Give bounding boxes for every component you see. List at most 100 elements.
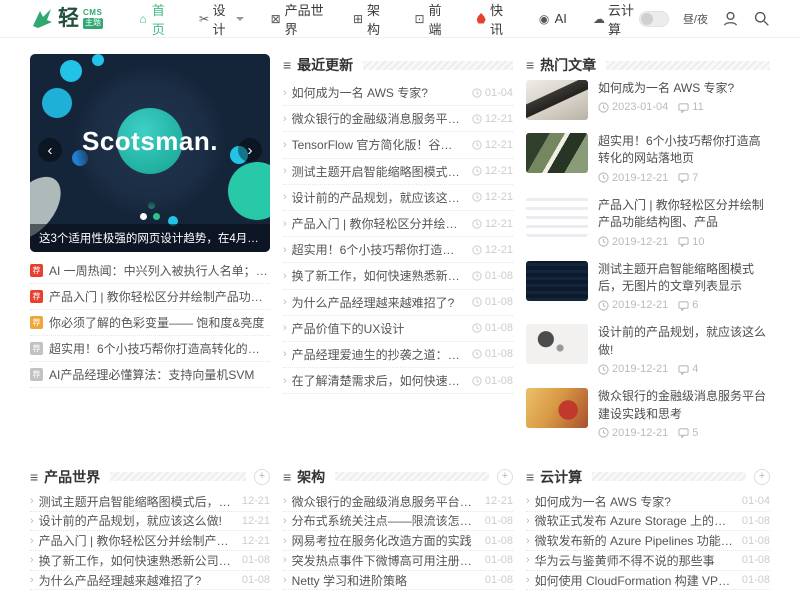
logo-text: 轻 [58, 8, 79, 29]
item-title: 如何使用 CloudFormation 构建 VPC (第... [535, 572, 734, 589]
hot-article-card[interactable]: 测试主题开启智能缩略图模式后，无图片的文章列表显示 2019-12-21 [526, 261, 770, 312]
recent-item[interactable]: › 测试主题开启智能缩略图模式后，无图片的... 12-21 [283, 159, 513, 185]
nav-item-label: 首页 [152, 0, 173, 38]
item-title: 产品经理爱迪生的抄袭之道：商业如何分化... [292, 346, 464, 363]
list-item[interactable]: › 产品入门 | 教你轻松区分并绘制产品功能结... 12-21 [30, 531, 270, 551]
clock-icon [472, 271, 482, 281]
featured-item[interactable]: 超实用！6个小技巧帮你打造高转化的网站落地页 [30, 336, 270, 362]
carousel-next-button[interactable]: › [238, 138, 262, 162]
recent-item[interactable]: › 产品入门 | 教你轻松区分并绘制产品功能结... 12-21 [283, 211, 513, 237]
nav-item[interactable]: 云计算 [593, 0, 639, 38]
list-item[interactable]: › 微软正式发布 Azure Storage 上的静态网站 01-08 [526, 512, 770, 532]
carousel[interactable]: Scotsman. ‹ › 这3个适用性极强的网页设计趋势，在4月非常... [30, 54, 270, 252]
featured-item[interactable]: 产品入门 | 教你轻松区分并绘制产品功能结构图、产... [30, 284, 270, 310]
comment-icon [678, 364, 689, 375]
home-icon [137, 12, 149, 26]
item-title: 如何成为一名 AWS 专家? [292, 84, 464, 101]
section-title: 热门文章 [540, 55, 596, 75]
item-date: 01-08 [485, 375, 513, 387]
list-item[interactable]: › 为什么产品经理越来越难招了? 01-08 [30, 571, 270, 591]
recent-item[interactable]: › 超实用！6个小技巧帮你打造高转化的网站落... 12-21 [283, 237, 513, 263]
recent-item[interactable]: › 微众银行的金融级消息服务平台建设实践和... 12-21 [283, 106, 513, 132]
nav-item[interactable]: 设计 [199, 0, 244, 38]
recent-item[interactable]: › 产品经理爱迪生的抄袭之道：商业如何分化... 01-08 [283, 342, 513, 368]
nav-item-label: 前端 [429, 0, 450, 38]
nav-item-label: 架构 [367, 0, 388, 38]
article-thumbnail [526, 133, 588, 173]
nav-item[interactable]: AI [537, 11, 567, 26]
list-item[interactable]: › 微软发布新的 Azure Pipelines 功能和集成 01-08 [526, 531, 770, 551]
fire-icon [475, 13, 487, 24]
bubble-decor [92, 54, 104, 66]
clock-icon [472, 114, 482, 124]
left-column: Scotsman. ‹ › 这3个适用性极强的网页设计趋势，在4月非常... A… [30, 54, 270, 452]
featured-item[interactable]: AI产品经理必懂算法：支持向量机SVM [30, 362, 270, 388]
user-button[interactable] [722, 10, 739, 27]
slide-caption[interactable]: 这3个适用性极强的网页设计趋势，在4月非常... [30, 224, 270, 252]
site-logo[interactable]: 轻 CMS 主题 [30, 7, 103, 31]
carousel-dot[interactable] [153, 213, 160, 220]
search-button[interactable] [753, 10, 770, 27]
nav-item[interactable]: 前端 [414, 0, 450, 38]
hot-article-card[interactable]: 如何成为一名 AWS 专家? 2023-01-04 [526, 80, 770, 120]
item-title: 如何成为一名 AWS 专家? [535, 493, 734, 510]
item-title: 突发热点事件下微博高可用注册中心 vintag... [292, 552, 477, 569]
list-icon: ≡ [30, 470, 38, 484]
nav-item-label: AI [555, 11, 567, 26]
list-item[interactable]: › 微众银行的金融级消息服务平台建设实践和... 12-21 [283, 492, 513, 512]
item-date: 01-08 [242, 574, 270, 586]
nav-item-label: 云计算 [608, 0, 639, 38]
featured-item[interactable]: 你必须了解的色彩变量—— 饱和度&亮度 [30, 310, 270, 336]
item-title: TensorFlow 官方简化版！谷歌开源机器学... [292, 136, 464, 153]
hot-article-card[interactable]: 产品入门 | 教你轻松区分并绘制产品功能结构图、产品 2019-12-21 [526, 197, 770, 248]
item-date: 12-21 [485, 218, 513, 230]
list-item[interactable]: › 网易考拉在服务化改造方面的实践 01-08 [283, 531, 513, 551]
recent-item[interactable]: › 如何成为一名 AWS 专家? 01-04 [283, 80, 513, 106]
clock-icon [472, 297, 482, 307]
clock-icon [598, 102, 609, 113]
list-item[interactable]: › 如何成为一名 AWS 专家? 01-04 [526, 492, 770, 512]
comment-icon [678, 300, 689, 311]
nav-item[interactable]: 快讯 [475, 0, 511, 38]
list-item[interactable]: › 测试主题开启智能缩略图模式后，无图片的... 12-21 [30, 492, 270, 512]
list-item[interactable]: › 分布式系统关注点——限流该怎么做? 01-08 [283, 512, 513, 532]
list-item[interactable]: › Netty 学习和进阶策略 01-08 [283, 571, 513, 591]
more-button[interactable] [754, 469, 770, 485]
featured-item[interactable]: AI 一周热闻：中兴列入被执行人名单；微软公开 “... [30, 258, 270, 284]
arrow-icon: › [283, 348, 287, 360]
arrow-icon: › [283, 244, 287, 256]
hot-article-card[interactable]: 设计前的产品规划，就应该这么做! 2019-12-21 [526, 324, 770, 375]
recent-item[interactable]: › 在了解清楚需求后，如何快速输出需求文档? 01-08 [283, 368, 513, 394]
hatch-divider [363, 61, 513, 70]
item-date: 12-21 [485, 139, 513, 151]
recent-item[interactable]: › 换了新工作，如何快速熟悉新公司产品 01-08 [283, 263, 513, 289]
list-icon: ≡ [283, 470, 291, 484]
recent-item[interactable]: › TensorFlow 官方简化版！谷歌开源机器学... 12-21 [283, 132, 513, 158]
clock-icon [472, 245, 482, 255]
comment-icon [678, 427, 689, 438]
list-item[interactable]: › 设计前的产品规划，就应该这么做! 12-21 [30, 512, 270, 532]
recent-item[interactable]: › 产品价值下的UX设计 01-08 [283, 316, 513, 342]
arrow-icon: › [283, 191, 287, 203]
nav-item[interactable]: 架构 [352, 0, 388, 38]
list-item[interactable]: › 突发热点事件下微博高可用注册中心 vintag... 01-08 [283, 551, 513, 571]
more-button[interactable] [497, 469, 513, 485]
item-date: 01-08 [742, 515, 770, 527]
hatch-divider [606, 61, 770, 70]
item-title: 分布式系统关注点——限流该怎么做? [292, 512, 477, 529]
recent-item[interactable]: › 为什么产品经理越来越难招了? 01-08 [283, 290, 513, 316]
nav-item[interactable]: 首页 [137, 0, 173, 38]
day-night-toggle[interactable] [639, 11, 669, 27]
list-item[interactable]: › 换了新工作，如何快速熟悉新公司产品 01-08 [30, 551, 270, 571]
hatch-divider [110, 472, 246, 481]
hot-article-card[interactable]: 超实用！6个小技巧帮你打造高转化的网站落地页 2019-12-21 [526, 133, 770, 184]
carousel-dot[interactable] [140, 213, 147, 220]
list-item[interactable]: › 如何使用 CloudFormation 构建 VPC (第... 01-08 [526, 571, 770, 591]
nav-item[interactable]: 产品世界 [270, 0, 326, 38]
hot-article-card[interactable]: 微众银行的金融级消息服务平台建设实践和思考 2019-12-21 [526, 388, 770, 439]
list-item[interactable]: › 华为云与鉴黄师不得不说的那些事 01-08 [526, 551, 770, 571]
carousel-prev-button[interactable]: ‹ [38, 138, 62, 162]
recent-item[interactable]: › 设计前的产品规划，就应该这么做! 12-21 [283, 185, 513, 211]
more-button[interactable] [254, 469, 270, 485]
recommend-badge-icon [30, 368, 43, 381]
